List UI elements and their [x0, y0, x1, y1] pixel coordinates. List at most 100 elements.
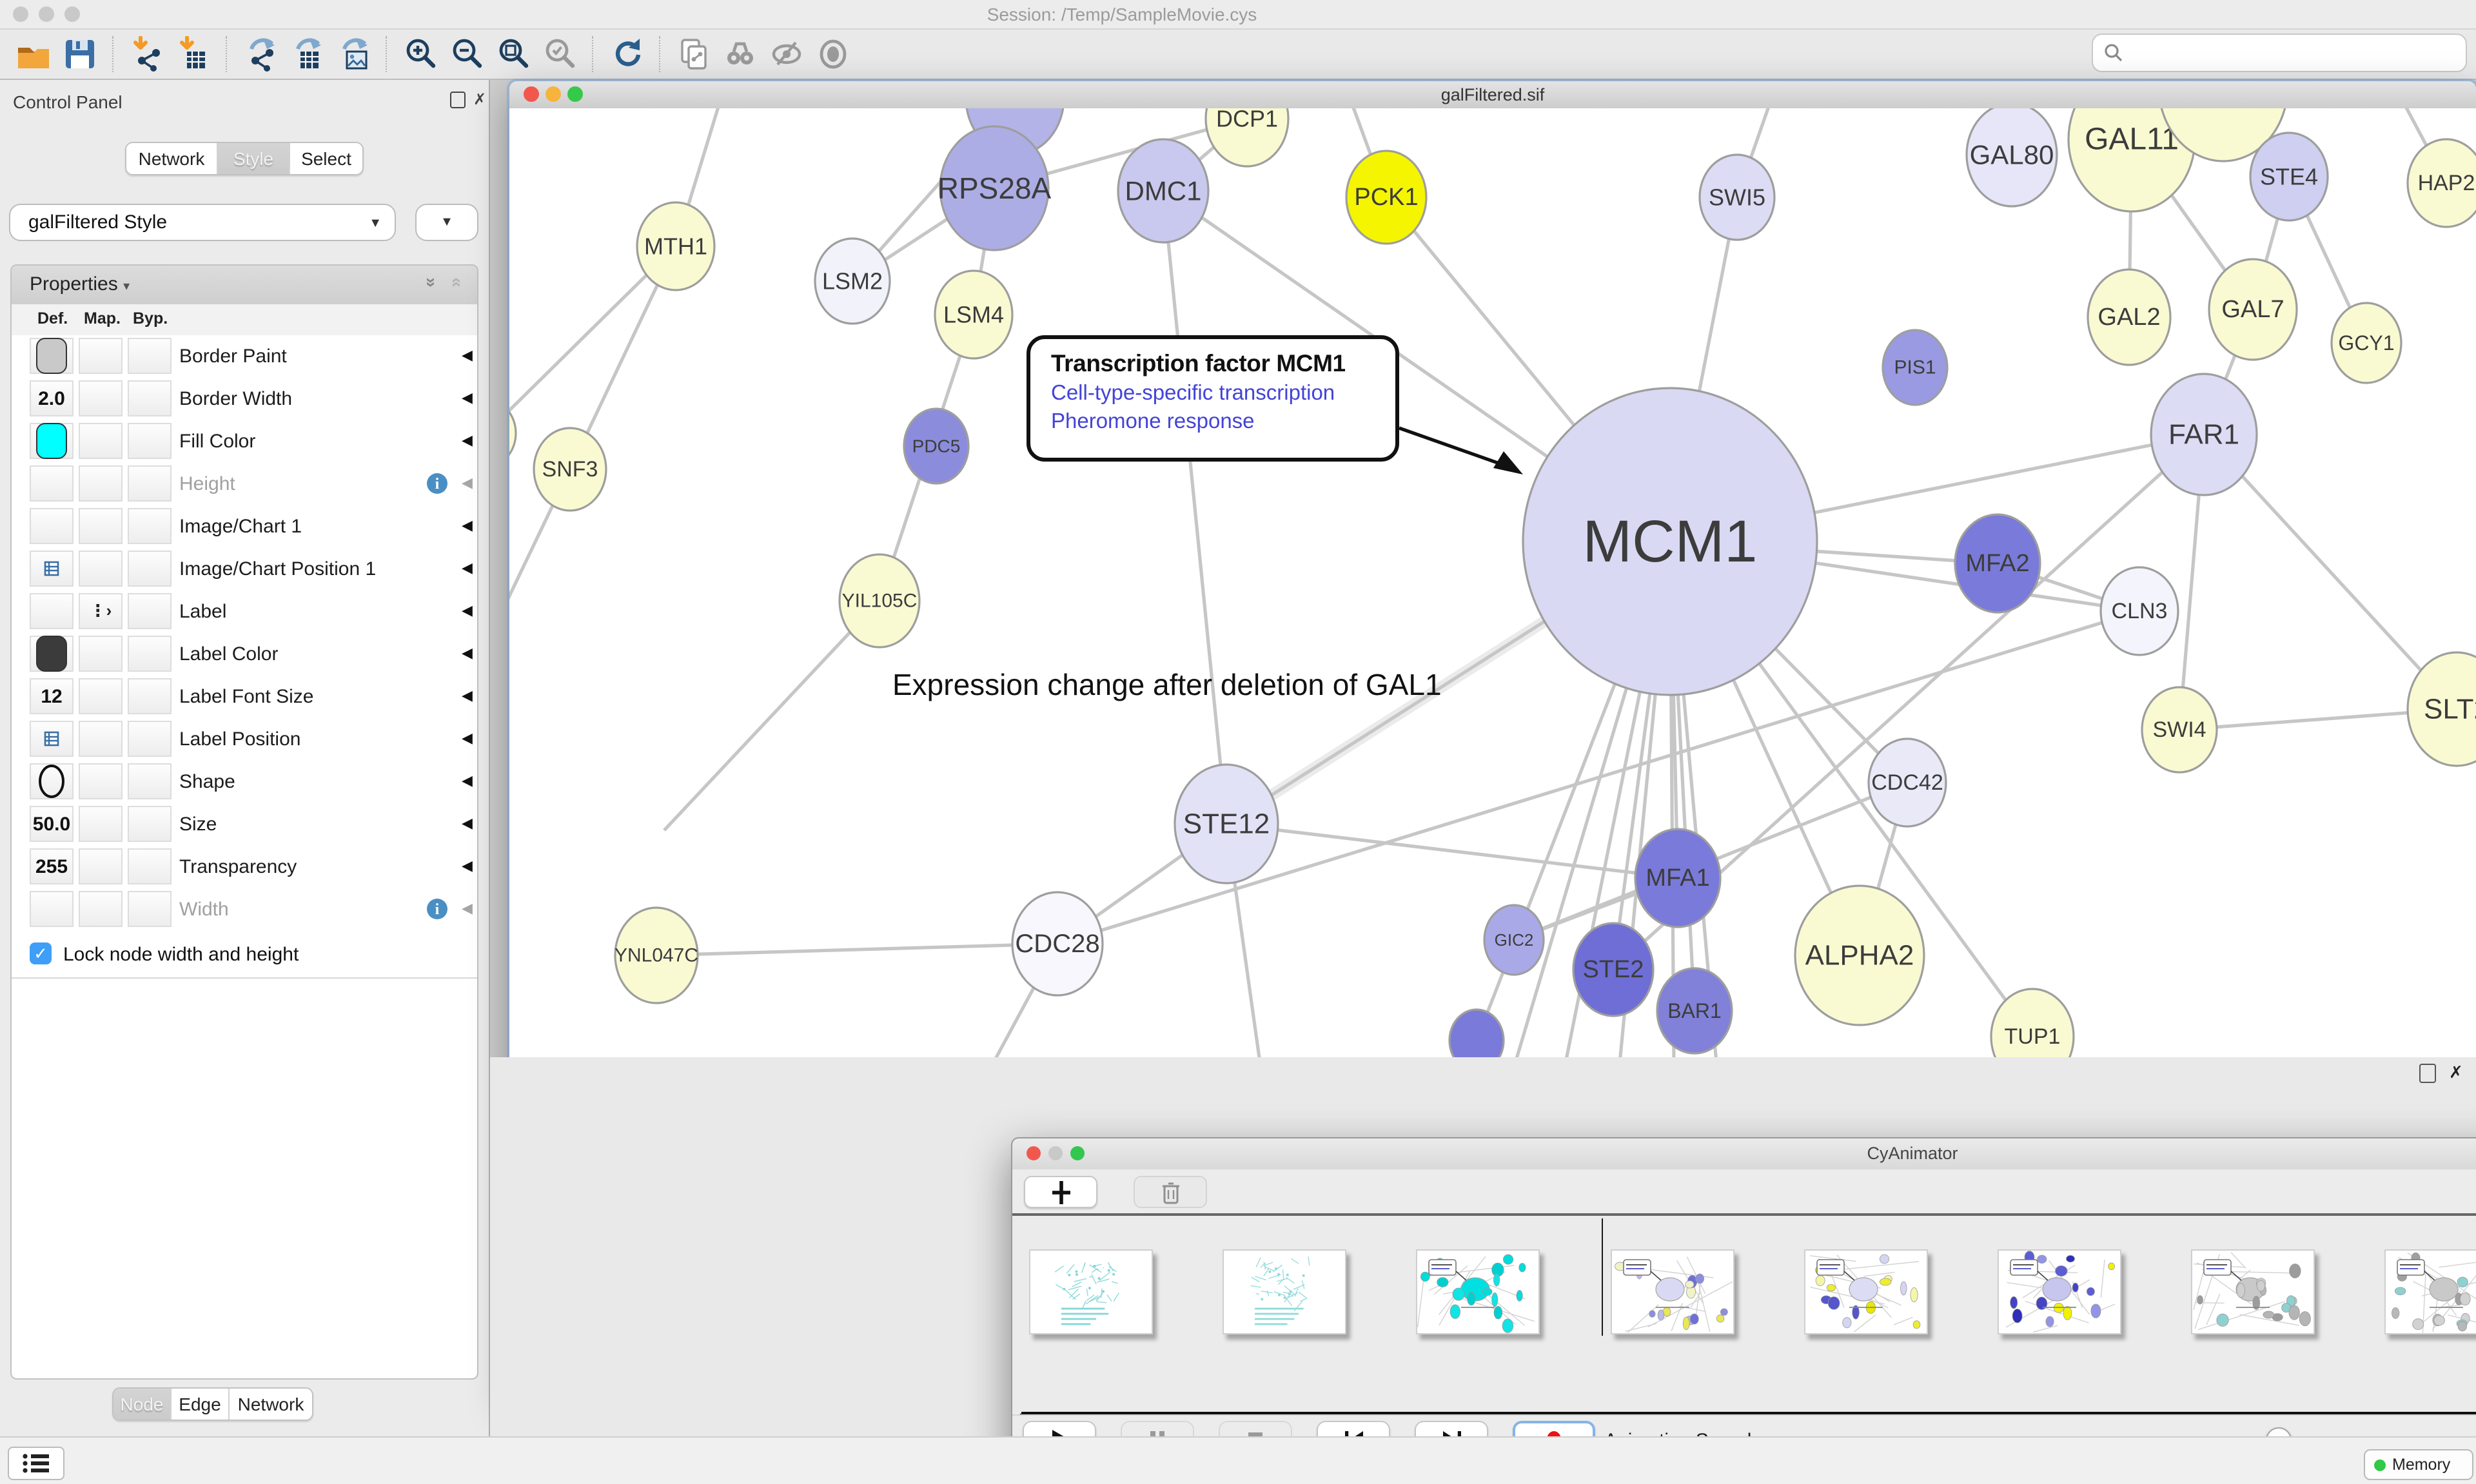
- network-node-pck1[interactable]: PCK1: [1346, 151, 1426, 244]
- frame-thumbnail-2[interactable]: [1417, 1249, 1540, 1334]
- map-cell[interactable]: [79, 551, 123, 587]
- float-panel-icon[interactable]: [450, 92, 466, 108]
- frame-thumbnail-6[interactable]: [2191, 1249, 2315, 1334]
- byp-cell[interactable]: [128, 848, 172, 884]
- tab-style[interactable]: Style: [218, 143, 290, 174]
- property-row-label-color[interactable]: Label Color◀: [12, 633, 477, 677]
- expand-arrow-icon[interactable]: ◀: [462, 389, 473, 406]
- network-edge[interactable]: [656, 944, 1057, 955]
- network-node-mfa2[interactable]: MFA2: [1955, 514, 2040, 612]
- export-network-button[interactable]: [239, 34, 282, 75]
- network-node-dcp1[interactable]: DCP1: [1206, 108, 1288, 166]
- expand-arrow-icon[interactable]: ◀: [462, 560, 473, 576]
- close-panel-icon[interactable]: ✗: [473, 92, 486, 107]
- tab-network[interactable]: Network: [230, 1389, 312, 1420]
- network-edge[interactable]: [1163, 191, 1226, 824]
- hide-graphics-button[interactable]: [765, 34, 809, 75]
- close-window-button[interactable]: [13, 6, 28, 22]
- def-cell[interactable]: [30, 423, 74, 459]
- expand-arrow-icon[interactable]: ◀: [462, 900, 473, 917]
- byp-cell[interactable]: [128, 678, 172, 714]
- expand-arrow-icon[interactable]: ◀: [462, 517, 473, 534]
- import-table-button[interactable]: [172, 34, 215, 75]
- network-window-titlebar[interactable]: galFiltered.sif: [509, 81, 2476, 110]
- network-node-ste4[interactable]: STE4: [2250, 133, 2328, 220]
- expand-arrow-icon[interactable]: ◀: [462, 815, 473, 832]
- map-cell[interactable]: [79, 338, 123, 374]
- import-network-button[interactable]: [125, 34, 169, 75]
- byp-cell[interactable]: [128, 891, 172, 927]
- byp-cell[interactable]: [128, 721, 172, 757]
- network-node-gal2[interactable]: GAL2: [2088, 269, 2170, 365]
- expand-arrow-icon[interactable]: ◀: [462, 857, 473, 874]
- expand-arrow-icon[interactable]: ◀: [462, 645, 473, 661]
- tab-node[interactable]: Node: [113, 1389, 172, 1420]
- export-image-button[interactable]: [331, 34, 375, 75]
- def-cell[interactable]: [30, 763, 74, 799]
- map-cell[interactable]: [79, 721, 123, 757]
- def-cell[interactable]: [30, 551, 74, 587]
- expand-arrow-icon[interactable]: ◀: [462, 474, 473, 491]
- def-cell[interactable]: [30, 636, 74, 672]
- network-node-pdc5[interactable]: PDC5: [904, 409, 968, 483]
- expand-arrow-icon[interactable]: ◀: [462, 772, 473, 789]
- maximize-window-button[interactable]: [64, 6, 80, 22]
- property-row-width[interactable]: Widthi◀: [12, 888, 477, 932]
- byp-cell[interactable]: [128, 551, 172, 587]
- timeline-playhead[interactable]: [1601, 1218, 1603, 1336]
- map-cell[interactable]: [79, 423, 123, 459]
- property-row-size[interactable]: 50.0Size◀: [12, 803, 477, 847]
- property-row-height[interactable]: Heighti◀: [12, 463, 477, 507]
- delete-frame-button[interactable]: [1134, 1176, 1207, 1208]
- network-node-gal80[interactable]: GAL80: [1967, 108, 2057, 206]
- network-node-gic2[interactable]: GIC2: [1484, 905, 1544, 975]
- clipboard-button[interactable]: [672, 34, 716, 75]
- network-node-ste12[interactable]: STE12: [1175, 765, 1278, 883]
- minimize-window-button[interactable]: [39, 6, 54, 22]
- expand-arrow-icon[interactable]: ◀: [462, 730, 473, 747]
- property-row-image-chart-1[interactable]: Image/Chart 1◀: [12, 505, 477, 549]
- tab-network[interactable]: Network: [126, 143, 218, 174]
- mcm1-annotation-box[interactable]: Transcription factor MCM1 Cell-type-spec…: [1027, 335, 1399, 462]
- expand-arrow-icon[interactable]: ◀: [462, 687, 473, 704]
- tab-select[interactable]: Select: [290, 143, 362, 174]
- map-cell[interactable]: [79, 380, 123, 416]
- byp-cell[interactable]: [128, 593, 172, 629]
- map-cell[interactable]: [79, 763, 123, 799]
- def-cell[interactable]: [30, 338, 74, 374]
- network-node-cdc28[interactable]: CDC28: [1012, 892, 1103, 995]
- map-cell[interactable]: [79, 465, 123, 502]
- network-node-mth1[interactable]: MTH1: [637, 202, 714, 290]
- frame-thumbnail-0[interactable]: [1029, 1249, 1153, 1334]
- network-node-gal7[interactable]: GAL7: [2209, 259, 2297, 360]
- lock-size-checkbox[interactable]: ✓: [30, 942, 52, 964]
- expand-all-icon[interactable]: »: [422, 277, 442, 288]
- frame-thumbnail-4[interactable]: [1804, 1249, 1928, 1334]
- def-cell[interactable]: [30, 465, 74, 502]
- network-node-hap2[interactable]: HAP2: [2408, 139, 2476, 227]
- network-node-rps28a[interactable]: RPS28A: [938, 126, 1052, 250]
- network-node-mfa1[interactable]: MFA1: [1635, 829, 1720, 927]
- network-node-lsm4[interactable]: LSM4: [935, 271, 1012, 358]
- expand-arrow-icon[interactable]: ◀: [462, 602, 473, 619]
- property-row-image-chart-position-1[interactable]: Image/Chart Position 1◀: [12, 548, 477, 592]
- def-cell[interactable]: 255: [30, 848, 74, 884]
- search-input[interactable]: [2092, 34, 2467, 72]
- float-panel-icon[interactable]: [2419, 1064, 2436, 1083]
- search-network-button[interactable]: [718, 34, 762, 75]
- byp-cell[interactable]: [128, 465, 172, 502]
- frame-thumbnail-5[interactable]: [1998, 1249, 2121, 1334]
- annotation-link[interactable]: Cell-type-specific transcription: [1051, 382, 1395, 406]
- collapse-all-icon[interactable]: «: [447, 277, 468, 288]
- frame-thumbnail-1[interactable]: [1223, 1249, 1346, 1334]
- zoom-fit-button[interactable]: [491, 34, 535, 75]
- byp-cell[interactable]: [128, 338, 172, 374]
- network-node-cln3[interactable]: CLN3: [2101, 567, 2178, 655]
- map-cell[interactable]: [79, 678, 123, 714]
- save-session-button[interactable]: [58, 34, 102, 75]
- network-node-dmc1[interactable]: DMC1: [1118, 139, 1208, 242]
- network-node-far1[interactable]: FAR1: [2151, 374, 2257, 495]
- def-cell[interactable]: 50.0: [30, 806, 74, 842]
- memory-button[interactable]: Memory: [2364, 1449, 2473, 1480]
- map-cell[interactable]: [79, 848, 123, 884]
